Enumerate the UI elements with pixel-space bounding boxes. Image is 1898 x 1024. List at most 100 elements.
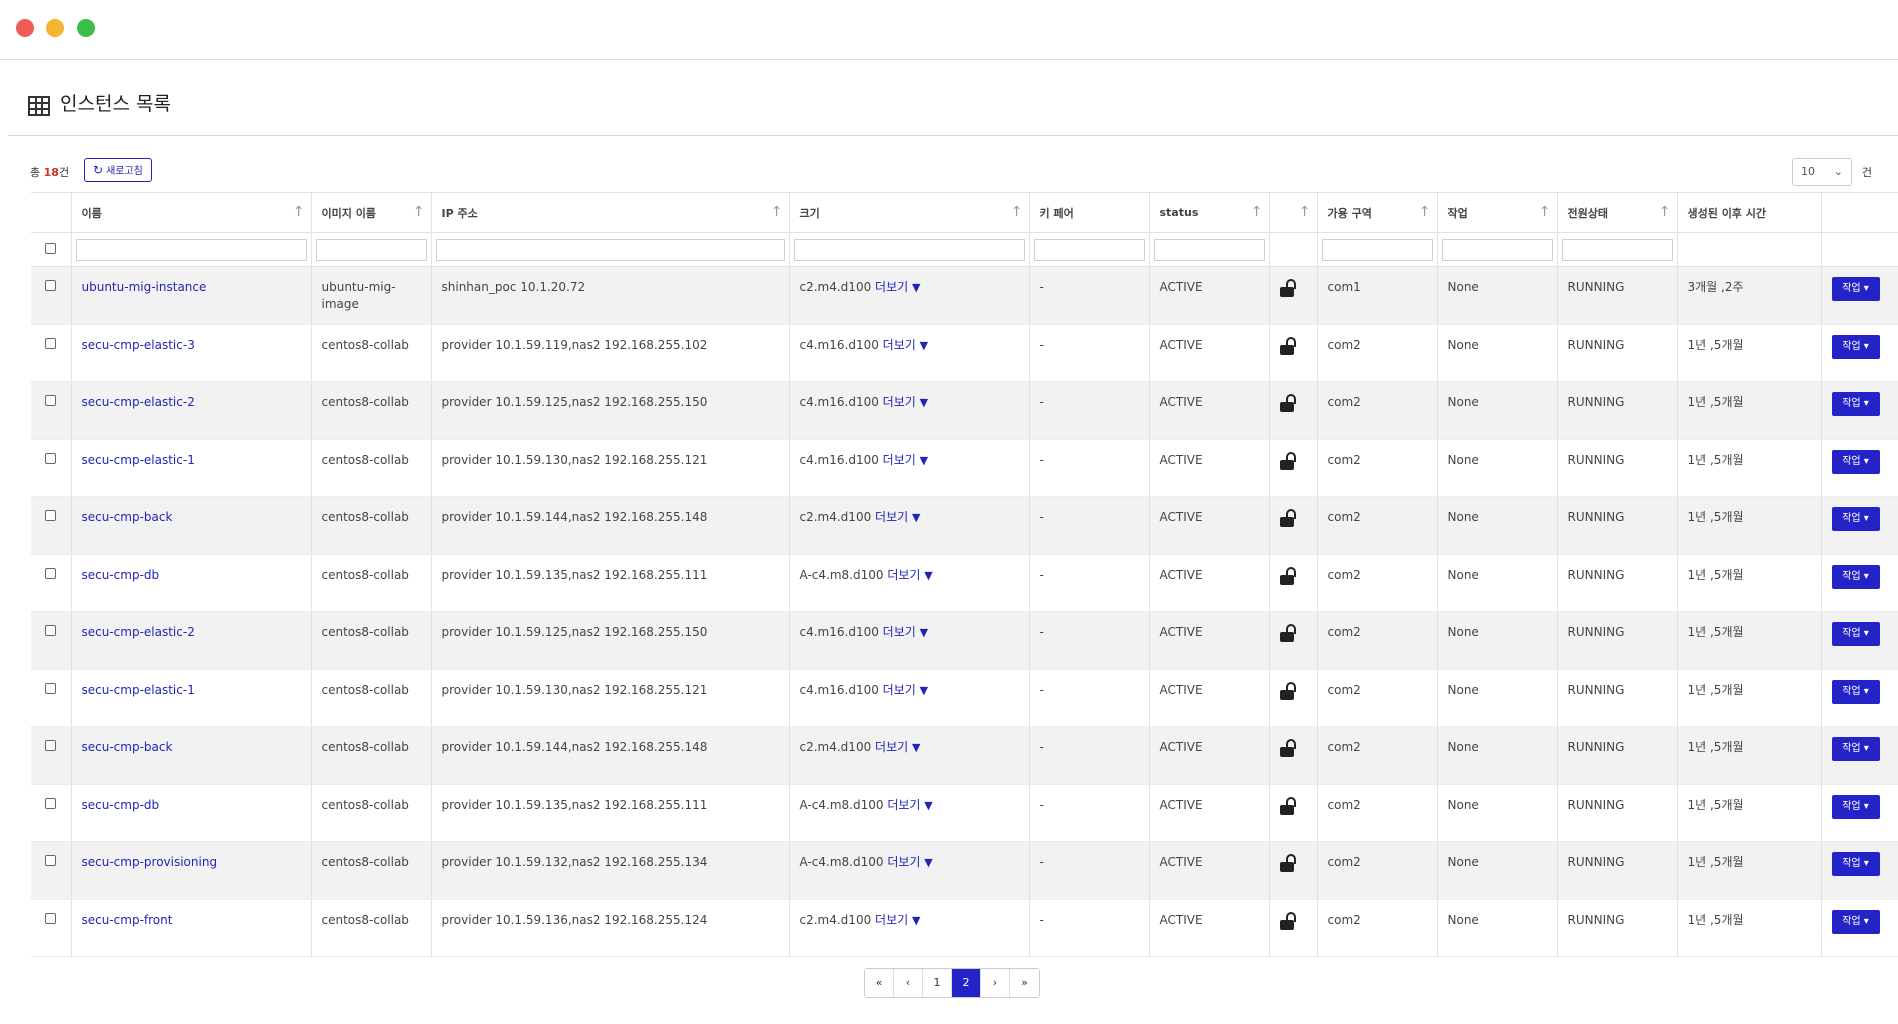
row-checkbox[interactable] bbox=[45, 337, 57, 349]
filter-image-input[interactable] bbox=[315, 238, 427, 261]
instance-name-link[interactable]: secu-cmp-provisioning bbox=[82, 855, 218, 869]
caret-down-icon[interactable]: ▼ bbox=[912, 511, 920, 524]
caret-down-icon[interactable]: ▼ bbox=[912, 281, 920, 294]
caret-down-icon[interactable]: ▼ bbox=[912, 741, 920, 754]
size-more-link[interactable]: 더보기 bbox=[887, 568, 920, 582]
sort-arrow-icon[interactable]: ↑ bbox=[1251, 204, 1263, 220]
select-all-checkbox[interactable] bbox=[45, 242, 57, 254]
action-dropdown-button[interactable]: 작업 ▾ bbox=[1831, 852, 1880, 876]
filter-keypair-input[interactable] bbox=[1033, 238, 1145, 261]
filter-task-input[interactable] bbox=[1441, 238, 1553, 261]
size-more-link[interactable]: 더보기 bbox=[875, 280, 908, 294]
row-checkbox[interactable] bbox=[45, 855, 57, 866]
filter-status-input[interactable] bbox=[1153, 238, 1265, 261]
sort-arrow-icon[interactable]: ↑ bbox=[1011, 204, 1023, 220]
caret-down-icon[interactable]: ▼ bbox=[920, 396, 928, 409]
caret-down-icon[interactable]: ▼ bbox=[920, 684, 928, 697]
sort-arrow-icon[interactable]: ↑ bbox=[1419, 204, 1431, 220]
row-checkbox[interactable] bbox=[45, 452, 57, 464]
prev-page-button[interactable]: ‹ bbox=[894, 969, 923, 997]
header-zone[interactable]: 가용 구역 ↑ bbox=[1317, 192, 1438, 233]
header-power[interactable]: 전원상태 ↑ bbox=[1557, 192, 1678, 233]
size-more-link[interactable]: 더보기 bbox=[887, 855, 920, 869]
page-button-2[interactable]: 2 bbox=[952, 969, 981, 997]
action-dropdown-button[interactable]: 작업 ▾ bbox=[1831, 737, 1880, 761]
header-lock[interactable]: ↑ bbox=[1269, 192, 1318, 233]
page-button-1[interactable]: 1 bbox=[923, 969, 952, 997]
size-more-link[interactable]: 더보기 bbox=[883, 683, 916, 697]
refresh-button[interactable]: ↻ 새로고침 bbox=[84, 158, 152, 182]
filter-power-input[interactable] bbox=[1561, 238, 1673, 261]
action-dropdown-button[interactable]: 작업 ▾ bbox=[1831, 622, 1880, 646]
caret-down-icon[interactable]: ▼ bbox=[920, 626, 928, 639]
sort-arrow-icon[interactable]: ↑ bbox=[1539, 204, 1551, 220]
header-image[interactable]: 이미지 이름 ↑ bbox=[311, 192, 432, 233]
last-page-button[interactable]: » bbox=[1010, 969, 1039, 997]
action-dropdown-button[interactable]: 작업 ▾ bbox=[1831, 334, 1880, 359]
row-checkbox[interactable] bbox=[45, 740, 57, 751]
row-checkbox[interactable] bbox=[45, 682, 57, 694]
sort-arrow-icon[interactable]: ↑ bbox=[771, 204, 783, 220]
size-more-link[interactable]: 더보기 bbox=[883, 338, 916, 352]
row-checkbox[interactable] bbox=[45, 797, 57, 809]
instance-name-link[interactable]: secu-cmp-elastic-2 bbox=[82, 625, 195, 639]
header-name[interactable]: 이름 ↑ bbox=[71, 192, 312, 233]
instance-name-link[interactable]: secu-cmp-elastic-2 bbox=[82, 395, 195, 409]
window-minimize-button[interactable] bbox=[46, 19, 64, 37]
size-more-link[interactable]: 더보기 bbox=[875, 913, 908, 927]
sort-arrow-icon[interactable]: ↑ bbox=[413, 204, 425, 220]
instance-name-link[interactable]: secu-cmp-db bbox=[82, 798, 160, 812]
instance-name-link[interactable]: secu-cmp-elastic-1 bbox=[82, 453, 195, 467]
caret-down-icon[interactable]: ▼ bbox=[912, 914, 920, 927]
action-dropdown-button[interactable]: 작업 ▾ bbox=[1831, 679, 1880, 704]
first-page-button[interactable]: « bbox=[865, 969, 894, 997]
next-page-button[interactable]: › bbox=[981, 969, 1010, 997]
filter-zone-input[interactable] bbox=[1321, 238, 1433, 261]
caret-down-icon[interactable]: ▼ bbox=[924, 856, 932, 869]
size-more-link[interactable]: 더보기 bbox=[875, 740, 908, 754]
action-dropdown-button[interactable]: 작업 ▾ bbox=[1831, 392, 1880, 416]
size-more-link[interactable]: 더보기 bbox=[883, 395, 916, 409]
sort-arrow-icon[interactable]: ↑ bbox=[293, 204, 305, 220]
instance-name-link[interactable]: secu-cmp-elastic-1 bbox=[82, 683, 195, 697]
sort-arrow-icon[interactable]: ↑ bbox=[1299, 204, 1311, 220]
caret-down-icon[interactable]: ▼ bbox=[924, 799, 932, 812]
instance-name-link[interactable]: secu-cmp-elastic-3 bbox=[82, 338, 195, 352]
size-more-link[interactable]: 더보기 bbox=[883, 453, 916, 467]
instance-name-link[interactable]: secu-cmp-back bbox=[82, 510, 173, 524]
action-dropdown-button[interactable]: 작업 ▾ bbox=[1831, 449, 1880, 474]
instance-name-link[interactable]: secu-cmp-front bbox=[82, 913, 173, 927]
header-task[interactable]: 작업 ↑ bbox=[1437, 192, 1558, 233]
caret-down-icon[interactable]: ▼ bbox=[920, 339, 928, 352]
filter-ip-input[interactable] bbox=[435, 238, 785, 261]
size-more-link[interactable]: 더보기 bbox=[875, 510, 908, 524]
filter-name-input[interactable] bbox=[75, 238, 307, 261]
window-maximize-button[interactable] bbox=[77, 19, 95, 37]
row-checkbox[interactable] bbox=[45, 567, 57, 579]
sort-arrow-icon[interactable]: ↑ bbox=[1659, 204, 1671, 220]
action-dropdown-button[interactable]: 작업 ▾ bbox=[1831, 564, 1880, 589]
header-ip[interactable]: IP 주소 ↑ bbox=[431, 192, 790, 233]
header-task-label: 작업 bbox=[1447, 206, 1468, 220]
instance-name-link[interactable]: secu-cmp-db bbox=[82, 568, 160, 582]
row-checkbox[interactable] bbox=[45, 395, 57, 406]
action-dropdown-button[interactable]: 작업 ▾ bbox=[1831, 507, 1880, 531]
action-dropdown-button[interactable]: 작업 ▾ bbox=[1831, 909, 1880, 934]
caret-down-icon[interactable]: ▼ bbox=[920, 454, 928, 467]
instance-name-link[interactable]: secu-cmp-back bbox=[82, 740, 173, 754]
action-dropdown-button[interactable]: 작업 ▾ bbox=[1831, 794, 1880, 819]
action-dropdown-button[interactable]: 작업 ▾ bbox=[1831, 277, 1880, 301]
caret-down-icon[interactable]: ▼ bbox=[924, 569, 932, 582]
page-size-select[interactable]: 10 ⌄ bbox=[1792, 158, 1852, 186]
instance-name-link[interactable]: ubuntu-mig-instance bbox=[82, 280, 207, 294]
header-size[interactable]: 크기 ↑ bbox=[789, 192, 1030, 233]
size-more-link[interactable]: 더보기 bbox=[887, 798, 920, 812]
row-checkbox[interactable] bbox=[45, 912, 57, 924]
filter-size-input[interactable] bbox=[793, 238, 1025, 261]
header-status[interactable]: status ↑ bbox=[1149, 192, 1270, 233]
row-checkbox[interactable] bbox=[45, 280, 57, 291]
size-more-link[interactable]: 더보기 bbox=[883, 625, 916, 639]
row-checkbox[interactable] bbox=[45, 625, 57, 636]
window-close-button[interactable] bbox=[16, 19, 34, 37]
row-checkbox[interactable] bbox=[45, 510, 57, 521]
